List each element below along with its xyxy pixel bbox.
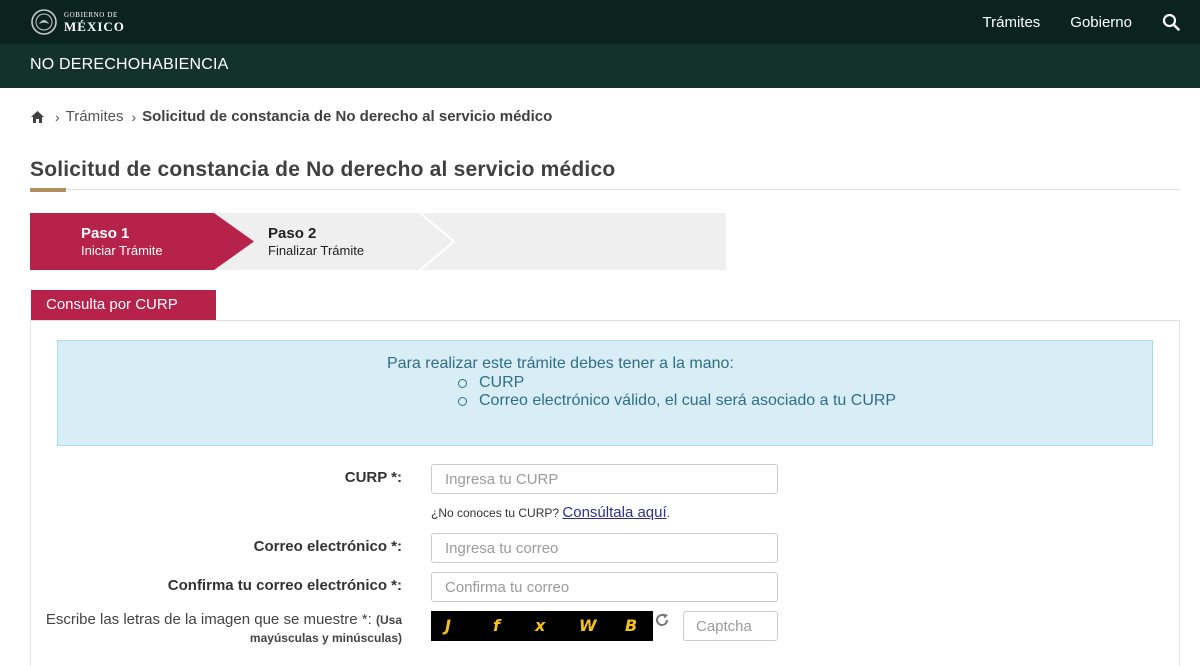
curp-help-text: ¿No conoces tu CURP? bbox=[431, 506, 560, 520]
captcha-image: J f x W B bbox=[431, 611, 653, 641]
info-item-text: CURP bbox=[479, 374, 525, 391]
coat-of-arms-icon bbox=[31, 9, 57, 35]
step-1: Paso 1 Iniciar Trámite bbox=[81, 225, 163, 259]
main-nav: Trámites Gobierno bbox=[983, 0, 1200, 44]
logo-line-1: GOBIERNO DE bbox=[64, 10, 118, 19]
captcha-input[interactable] bbox=[683, 611, 778, 641]
captcha-letter: f bbox=[493, 616, 500, 635]
section-title: NO DERECHOHABIENCIA bbox=[30, 56, 229, 73]
info-alert: Para realizar este trámite debes tener a… bbox=[57, 340, 1153, 446]
captcha-label: Escribe las letras de la imagen que se m… bbox=[40, 611, 402, 647]
page-title: Solicitud de constancia de No derecho al… bbox=[30, 158, 616, 181]
consult-curp-link[interactable]: Consúltala aquí bbox=[562, 504, 666, 521]
tab-divider bbox=[30, 320, 1180, 321]
top-navbar: GOBIERNO DE MÉXICO Trámites Gobierno bbox=[0, 0, 1200, 44]
gobierno-logo[interactable]: GOBIERNO DE MÉXICO bbox=[30, 8, 125, 36]
captcha-letter: W bbox=[579, 616, 597, 635]
search-icon[interactable] bbox=[1162, 13, 1180, 31]
curp-label: CURP *: bbox=[344, 469, 402, 486]
panel-border-right bbox=[1179, 320, 1180, 666]
captcha-letter: B bbox=[625, 616, 638, 635]
step-2: Paso 2 Finalizar Trámite bbox=[268, 225, 364, 259]
breadcrumb-separator: › bbox=[55, 108, 60, 125]
circle-bullet-icon bbox=[458, 378, 467, 388]
step-2-label: Finalizar Trámite bbox=[268, 243, 365, 258]
info-item: CURP bbox=[458, 374, 524, 392]
circle-bullet-icon bbox=[458, 396, 467, 406]
title-accent-bar bbox=[30, 188, 66, 192]
curp-input[interactable] bbox=[431, 464, 778, 494]
step-2-number: Paso 2 bbox=[268, 225, 317, 242]
curp-help-suffix: . bbox=[666, 506, 670, 520]
home-icon[interactable] bbox=[30, 110, 45, 124]
refresh-icon[interactable] bbox=[654, 612, 670, 628]
info-heading: Para realizar este trámite debes tener a… bbox=[387, 355, 734, 372]
title-divider bbox=[30, 189, 1180, 190]
progress-steps: Paso 1 Iniciar Trámite Paso 2 Finalizar … bbox=[30, 213, 726, 270]
nav-gobierno[interactable]: Gobierno bbox=[1070, 14, 1132, 31]
breadcrumb-tramites[interactable]: Trámites bbox=[66, 108, 124, 125]
captcha-letter: J bbox=[445, 616, 451, 635]
breadcrumb-separator: › bbox=[131, 108, 137, 125]
tab-consulta-curp[interactable]: Consulta por CURP bbox=[31, 290, 216, 321]
section-header: NO DERECHOHABIENCIA bbox=[0, 44, 1200, 88]
curp-help: ¿No conoces tu CURP? Consúltala aquí. bbox=[431, 504, 670, 521]
logo-line-2: MÉXICO bbox=[64, 18, 125, 34]
nav-tramites[interactable]: Trámites bbox=[983, 14, 1041, 31]
step-1-label: Iniciar Trámite bbox=[81, 243, 163, 258]
info-item-text: Correo electrónico válido, el cual será … bbox=[479, 392, 897, 409]
email-label: Correo electrónico *: bbox=[253, 538, 402, 555]
step-1-number: Paso 1 bbox=[81, 225, 130, 242]
panel-border-left bbox=[30, 320, 31, 666]
captcha-letter: x bbox=[535, 616, 546, 635]
captcha-instruction: Escribe las letras de la imagen que se m… bbox=[45, 611, 372, 628]
breadcrumb-current: Solicitud de constancia de No derecho al… bbox=[142, 108, 553, 125]
info-item: Correo electrónico válido, el cual será … bbox=[458, 392, 896, 410]
confirm-email-input[interactable] bbox=[431, 572, 778, 602]
breadcrumb: › Trámites › Solicitud de constancia de … bbox=[30, 108, 552, 125]
email-input[interactable] bbox=[431, 533, 778, 563]
confirm-email-label: Confirma tu correo electrónico *: bbox=[167, 577, 402, 594]
